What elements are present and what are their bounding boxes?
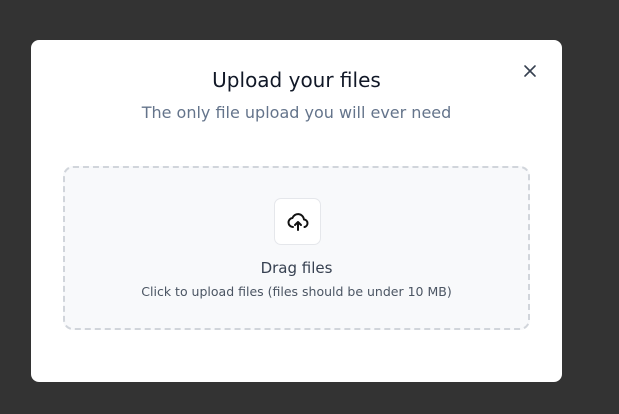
modal-subtitle: The only file upload you will ever need — [141, 103, 452, 122]
cloud-upload-icon — [287, 212, 308, 231]
modal-title: Upload your files — [212, 68, 381, 92]
upload-modal: Upload your files The only file upload y… — [31, 40, 562, 382]
dropzone-hint: Click to upload files (files should be u… — [141, 284, 452, 299]
upload-icon-box — [274, 198, 321, 245]
dropzone-label: Drag files — [260, 259, 333, 277]
close-button[interactable] — [521, 62, 539, 80]
file-dropzone[interactable]: Drag files Click to upload files (files … — [63, 166, 530, 330]
close-icon — [524, 65, 536, 77]
